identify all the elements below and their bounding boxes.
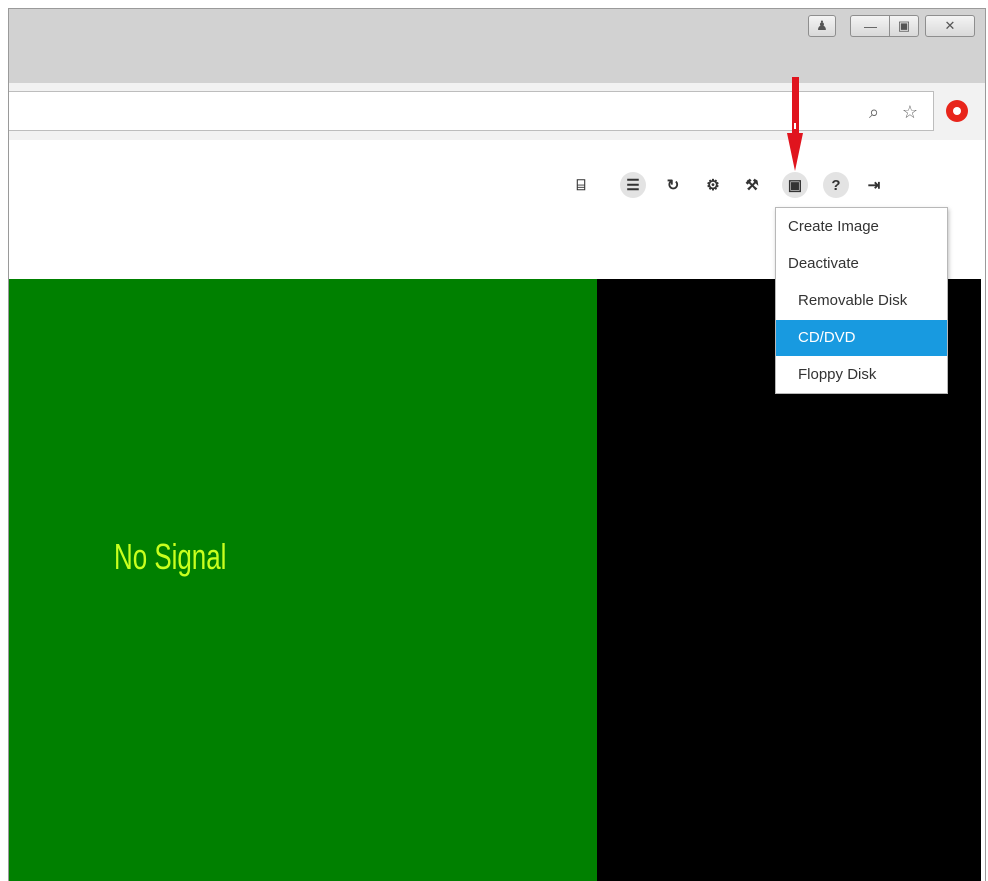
user-profile-button[interactable]: ♟ <box>808 15 836 37</box>
power-settings-button[interactable]: ⚙ <box>700 172 726 198</box>
help-button[interactable]: ? <box>823 172 849 198</box>
list-button[interactable]: ☰ <box>620 172 646 198</box>
menu-item-create-image[interactable]: Create Image <box>776 209 947 245</box>
virtual-media-button[interactable]: ▣ <box>782 172 808 198</box>
close-icon: ✕ <box>944 18 956 33</box>
close-button[interactable]: ✕ <box>925 15 975 37</box>
server-info-button[interactable]: ⌸ <box>568 172 594 198</box>
tools-icon: ⚒ <box>745 177 759 194</box>
server-icon: ⌸ <box>576 176 586 194</box>
zoom-icon[interactable]: ⌕ <box>863 101 885 123</box>
menu-item-cd-dvd[interactable]: CD/DVD <box>776 320 947 356</box>
power-settings-icon: ⚙ <box>706 177 720 194</box>
menu-item-floppy-disk[interactable]: Floppy Disk <box>776 357 947 393</box>
user-icon: ♟ <box>816 18 828 33</box>
logout-button[interactable]: ⇥ <box>861 172 887 198</box>
bookmark-star-icon[interactable]: ☆ <box>899 101 921 123</box>
virtual-media-icon: ▣ <box>787 177 803 194</box>
maximize-icon: ▣ <box>897 18 911 33</box>
refresh-button[interactable]: ↻ <box>660 172 686 198</box>
minimize-button[interactable]: — <box>850 15 890 37</box>
minimize-icon: — <box>864 18 877 34</box>
extension-icon[interactable] <box>946 100 968 122</box>
logout-icon: ⇥ <box>867 177 881 194</box>
menu-item-removable-disk[interactable]: Removable Disk <box>776 283 947 319</box>
maximize-button[interactable]: ▣ <box>889 15 919 37</box>
browser-window: ♟ — ▣ ✕ ⌕ ☆ ⌸ ☰ ↻ ⚙ ⚒ ▣ ? ⇥ No Signal Cr… <box>8 8 986 881</box>
menu-item-deactivate[interactable]: Deactivate <box>776 246 947 282</box>
refresh-icon: ↻ <box>666 177 680 194</box>
window-title-bar: ♟ — ▣ ✕ <box>9 9 985 84</box>
console-video-panel[interactable] <box>9 279 597 881</box>
tools-button[interactable]: ⚒ <box>739 172 765 198</box>
no-signal-text: No Signal <box>114 536 227 577</box>
annotation-arrow-icon <box>787 77 803 171</box>
list-icon: ☰ <box>626 177 640 194</box>
address-bar: ⌕ ☆ <box>9 83 985 141</box>
virtual-media-menu: Create Image Deactivate Removable Disk C… <box>775 207 948 394</box>
help-icon: ? <box>831 176 841 194</box>
